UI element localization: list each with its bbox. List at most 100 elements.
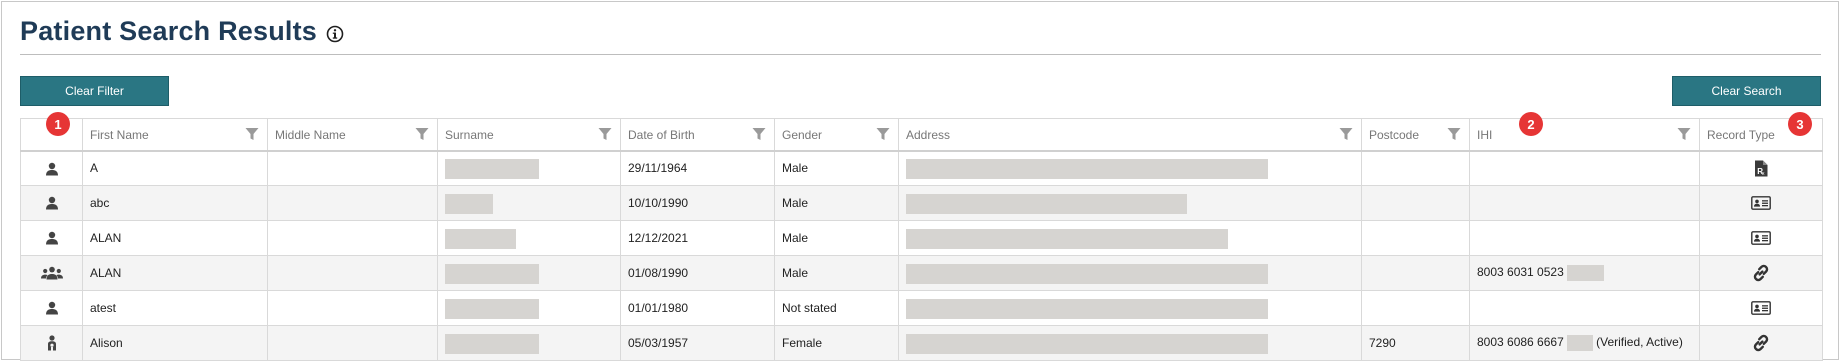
- page-title: Patient Search Results: [20, 15, 318, 46]
- annotation-badge-1: 1: [46, 112, 70, 136]
- column-header-ihi[interactable]: IHI: [1469, 118, 1700, 152]
- middle-name-cell: [267, 325, 438, 361]
- postcode-cell: [1361, 185, 1470, 221]
- gender-cell: Female: [774, 325, 899, 361]
- surname-cell: [437, 290, 621, 326]
- gender-cell: Male: [774, 255, 899, 291]
- id-card-icon[interactable]: [1751, 231, 1771, 246]
- redacted-surname: [445, 194, 493, 214]
- first-name-cell: ALAN: [82, 255, 268, 291]
- gender-cell: Male: [774, 185, 899, 221]
- annotation-badge-3: 3: [1788, 112, 1812, 136]
- column-header-address[interactable]: Address: [898, 118, 1362, 152]
- record-type-cell[interactable]: [1699, 325, 1823, 361]
- column-header-surname[interactable]: Surname: [437, 118, 621, 152]
- address-cell: [898, 290, 1362, 326]
- redacted-address: [906, 229, 1228, 249]
- address-cell: [898, 325, 1362, 361]
- redacted-surname: [445, 159, 539, 180]
- middle-name-cell: [267, 255, 438, 291]
- postcode-cell: [1361, 290, 1470, 326]
- filter-icon[interactable]: [876, 127, 890, 141]
- first-name-cell: Alison: [82, 325, 268, 361]
- column-header-dob[interactable]: Date of Birth: [620, 118, 775, 152]
- link-icon[interactable]: [1752, 334, 1770, 352]
- postcode-cell: [1361, 150, 1470, 186]
- record-type-cell[interactable]: [1699, 255, 1823, 291]
- clear-search-button[interactable]: Clear Search: [1672, 76, 1821, 106]
- filter-icon[interactable]: [598, 127, 612, 141]
- info-icon[interactable]: [326, 25, 344, 43]
- filter-icon[interactable]: [1447, 127, 1461, 141]
- header-label: Gender: [782, 127, 823, 142]
- redacted-address: [906, 334, 1268, 354]
- table-row[interactable]: Alison 05/03/1957 Female 7290 8003 6086 …: [20, 325, 1823, 361]
- patient-results-table: First Name Middle Name Surname Date of B…: [20, 118, 1823, 361]
- id-card-icon[interactable]: [1751, 196, 1771, 211]
- ihi-status: (Verified, Active): [1596, 335, 1683, 350]
- id-card-icon[interactable]: [1751, 301, 1771, 316]
- patient-type-cell: [20, 220, 83, 256]
- header-label: IHI: [1477, 127, 1493, 142]
- dob-cell: 01/08/1990: [620, 255, 775, 291]
- redacted-address: [906, 194, 1187, 214]
- record-type-cell[interactable]: [1699, 290, 1823, 326]
- surname-cell: [437, 255, 621, 291]
- ihi-number: 8003 6031 0523: [1477, 265, 1564, 280]
- person-icon: [45, 162, 58, 176]
- first-name-cell: A: [82, 150, 268, 186]
- patient-type-cell: [20, 290, 83, 326]
- title-row: Patient Search Results: [20, 14, 344, 48]
- table-row[interactable]: atest 01/01/1980 Not stated: [20, 290, 1823, 326]
- ihi-cell: [1469, 220, 1700, 256]
- postcode-cell: 7290: [1361, 325, 1470, 361]
- redacted-ihi-digits: [1566, 265, 1604, 281]
- middle-name-cell: [267, 185, 438, 221]
- filter-icon[interactable]: [1677, 127, 1691, 141]
- record-type-cell[interactable]: [1699, 220, 1823, 256]
- redacted-address: [906, 264, 1268, 284]
- filter-icon[interactable]: [752, 127, 766, 141]
- record-type-cell[interactable]: [1699, 185, 1823, 221]
- record-type-cell[interactable]: Rx: [1699, 150, 1823, 186]
- table-row[interactable]: ALAN 01/08/1990 Male 8003 6031 0523: [20, 255, 1823, 291]
- column-header-first-name[interactable]: First Name: [82, 118, 268, 152]
- title-divider: [20, 54, 1821, 55]
- first-name-cell: abc: [82, 185, 268, 221]
- filter-icon[interactable]: [245, 127, 259, 141]
- header-label: Record Type: [1707, 127, 1775, 142]
- patient-type-cell: [20, 325, 83, 361]
- patient-type-cell: [20, 185, 83, 221]
- ihi-cell: [1469, 185, 1700, 221]
- link-icon[interactable]: [1752, 264, 1770, 282]
- column-header-gender[interactable]: Gender: [774, 118, 899, 152]
- filter-icon[interactable]: [1339, 127, 1353, 141]
- header-label: Date of Birth: [628, 127, 695, 142]
- middle-name-cell: [267, 290, 438, 326]
- ihi-number: 8003 6086 6667: [1477, 335, 1564, 350]
- gender-cell: Male: [774, 150, 899, 186]
- header-label: Middle Name: [275, 127, 346, 142]
- prescription-icon[interactable]: Rx: [1754, 160, 1768, 177]
- column-header-postcode[interactable]: Postcode: [1361, 118, 1470, 152]
- clear-filter-button[interactable]: Clear Filter: [20, 76, 169, 106]
- person-icon: [45, 232, 58, 245]
- table-row[interactable]: A 29/11/1964 Male Rx: [20, 150, 1823, 186]
- filter-icon[interactable]: [415, 127, 429, 141]
- table-row[interactable]: abc 10/10/1990 Male: [20, 185, 1823, 221]
- dob-cell: 29/11/1964: [620, 150, 775, 186]
- address-cell: [898, 185, 1362, 221]
- first-name-cell: ALAN: [82, 220, 268, 256]
- gender-cell: Not stated: [774, 290, 899, 326]
- surname-cell: [437, 325, 621, 361]
- header-label: First Name: [90, 127, 149, 142]
- patient-type-cell: [20, 150, 83, 186]
- table-row[interactable]: ALAN 12/12/2021 Male: [20, 220, 1823, 256]
- person-icon: [45, 302, 58, 315]
- header-label: Postcode: [1369, 127, 1420, 142]
- redacted-surname: [445, 299, 539, 319]
- ihi-cell: 8003 6086 6667 (Verified, Active): [1469, 325, 1700, 361]
- column-header-middle-name[interactable]: Middle Name: [267, 118, 438, 152]
- header-label: Address: [906, 127, 951, 142]
- postcode-cell: [1361, 220, 1470, 256]
